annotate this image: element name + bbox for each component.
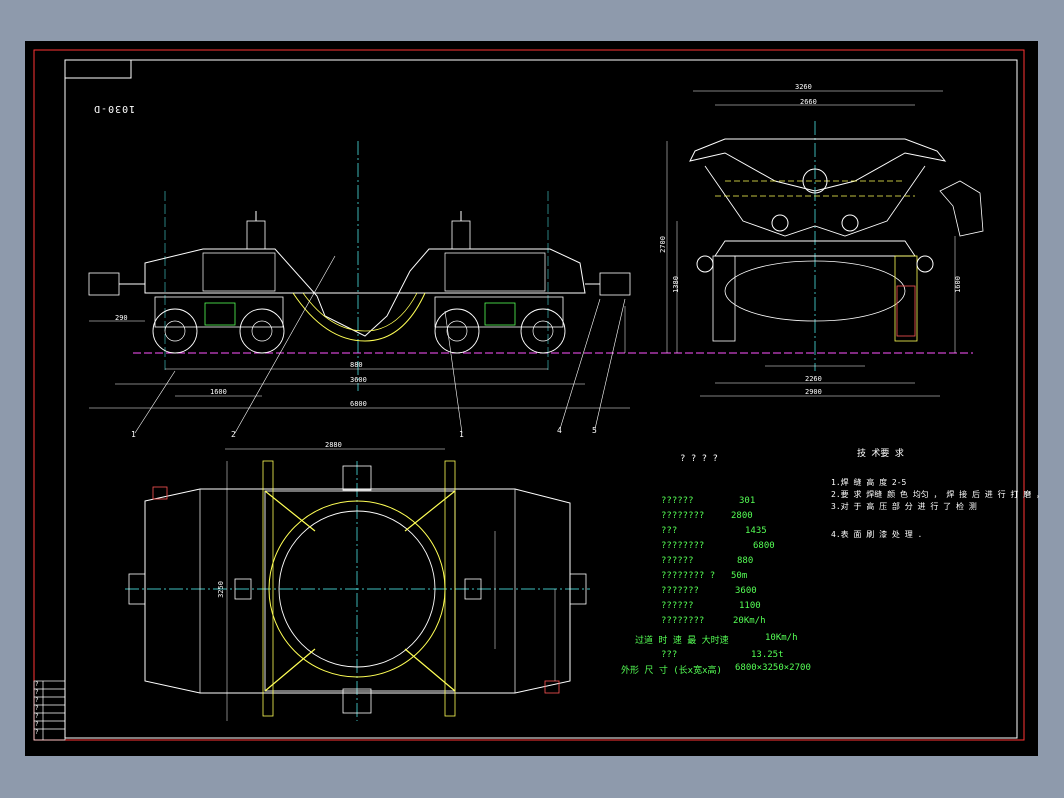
dim-front-wheel: 1600	[210, 388, 227, 396]
cad-drawing	[33, 49, 1025, 741]
spec-value: 20Km/h	[733, 616, 766, 626]
spec-value: 50m	[731, 571, 748, 581]
title-block-cell: ?	[35, 721, 39, 728]
spec-key: ??????	[661, 601, 694, 611]
balloon-4: 4	[557, 426, 562, 435]
end-view	[663, 90, 984, 397]
dim-plan-left: 3250	[216, 581, 225, 598]
spec-value: 2800	[731, 511, 753, 521]
title-block-cell: ?	[35, 705, 39, 712]
tech-note-1: 1.焊 缝 高 度 2-5	[831, 478, 907, 487]
drawing-number: 1030-D	[93, 103, 136, 114]
spec-value: 10Km/h	[765, 633, 798, 643]
balloon-2: 2	[231, 430, 236, 439]
drawing-number-box	[64, 59, 132, 79]
dim-front-overall: 6800	[350, 400, 367, 408]
dim-end-h3: 1600	[953, 276, 962, 293]
drawing-sheet: 1030-D 3260 2660 2700 1380 1600 2260 290…	[25, 41, 1044, 756]
dim-end-base: 2260	[805, 375, 822, 383]
spec-value: 3600	[735, 586, 757, 596]
spec-value: 6800	[753, 541, 775, 551]
dim-end-height: 2700	[658, 236, 667, 253]
side-elevation	[88, 141, 665, 434]
dim-front-center: 3600	[350, 376, 367, 384]
title-block-cell: ?	[35, 713, 39, 720]
spec-key: ??????	[661, 556, 694, 566]
dim-end-base2: 2900	[805, 388, 822, 396]
plan-view	[125, 448, 590, 721]
balloon-1: 1	[131, 430, 136, 439]
spec-key: ???	[661, 650, 678, 660]
spec-header: ? ? ? ?	[680, 454, 718, 464]
spec-key: 外形 尺 寸 (长x宽x高)	[621, 666, 722, 676]
spec-key: ????????	[661, 616, 705, 626]
title-block-cell: ?	[35, 689, 39, 696]
tech-note-4: 4.表 面 刷 漆 处 理 .	[831, 530, 923, 539]
tech-note-2: 2.要 求 焊缝 颜 色 均匀 ， 焊 接 后 进 行 打 磨 ，	[831, 490, 1045, 499]
spec-value: 13.25t	[751, 650, 784, 660]
spec-value: 6800×3250×2700	[735, 663, 811, 673]
balloon-3: 1	[459, 430, 464, 439]
spec-value: 1435	[745, 526, 767, 536]
spec-key: 过道 时 速 最 大时速	[635, 636, 729, 646]
dim-end-h2: 1380	[671, 276, 680, 293]
tech-note-3: 3.对 于 高 压 部 分 进 行 了 检 测	[831, 502, 977, 511]
balloon-5: 5	[592, 426, 597, 435]
spec-key: ???	[661, 526, 678, 536]
dim-front-sub: 880	[350, 361, 363, 369]
title-block-cell: ?	[35, 697, 39, 704]
dim-plan-top: 2880	[325, 441, 342, 449]
title-block-cell: ?	[35, 681, 39, 688]
spec-key: ???????? ?	[661, 571, 716, 581]
dim-front-left: 290	[115, 314, 128, 322]
outer-border	[33, 49, 1025, 741]
spec-key: ????????	[661, 511, 705, 521]
tech-title: 技 术要 求	[857, 449, 904, 459]
spec-key: ??????	[661, 496, 694, 506]
dim-end-top2: 2660	[800, 98, 817, 106]
spec-value: 1100	[739, 601, 761, 611]
dim-end-top: 3260	[795, 83, 812, 91]
spec-value: 301	[739, 496, 756, 506]
title-block-cell: ?	[35, 729, 39, 736]
spec-key: ????????	[661, 541, 705, 551]
inner-border	[64, 59, 1018, 739]
spec-value: 880	[737, 556, 754, 566]
spec-key: ???????	[661, 586, 699, 596]
